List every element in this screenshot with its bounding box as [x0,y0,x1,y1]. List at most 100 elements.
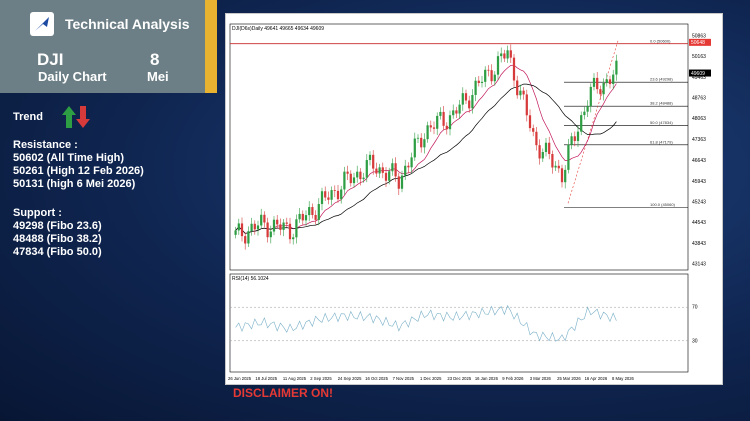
candle-body [301,213,304,221]
candle-body [496,56,500,75]
x-tick-label: 24 Sep 2025 [338,376,362,381]
candle-body [439,111,442,116]
candle-body [429,125,432,128]
candle-body [583,111,586,116]
price-tick-label: 43143 [692,262,706,268]
candle-body [586,106,589,112]
x-tick-label: 11 Aug 2025 [283,376,307,381]
candle-body [336,190,340,200]
candle-body [452,110,455,116]
candle-body [589,86,592,107]
x-tick-label: 7 Nov 2025 [393,376,415,381]
candle-body [500,53,503,57]
candle-body [548,142,551,154]
candle-body [464,93,468,101]
current-price-text: 49609 [691,71,705,77]
candle-body [394,163,397,177]
candle-body [528,115,532,129]
price-tick-label: 50863 [692,34,706,40]
candle-body [455,110,458,114]
x-tick-label: 16 Jan 2026 [475,376,499,381]
trend-arrows-icon [62,106,90,128]
candle-body [522,90,525,95]
rsi-tick-label: 70 [692,305,698,311]
candle-body [484,69,487,82]
resistance-item: 50602 (All Time High) [13,152,125,164]
candle-body [413,138,416,158]
candle-body [512,57,516,81]
candle-body [317,204,320,220]
logo-icon [30,12,54,36]
candle-body [503,53,506,59]
candle-body [346,171,349,174]
candle-body [292,237,295,240]
candle-body [356,171,359,178]
candle-body [365,160,368,178]
x-tick-label: 8 May 2026 [612,376,635,381]
candle-body [378,167,381,174]
candle-body [285,222,288,224]
candle-body [544,142,548,152]
candle-body [477,80,480,84]
candle-body [554,165,557,168]
candle-body [538,145,541,159]
candle-body [490,70,493,82]
candle-body [576,131,580,141]
candle-body [471,94,474,109]
candle-body [605,79,608,84]
support-title: Support : [13,207,62,219]
price-tick-label: 47363 [692,137,706,143]
candle-body [295,219,298,238]
disclaimer-text: DISCLAIMER ON! [233,386,333,400]
candle-body [608,79,612,85]
fib-level-label: 100.0 (45060) [650,202,676,207]
candle-body [416,137,420,139]
candle-body [282,222,285,230]
candle-body [506,50,509,59]
candle-body [397,176,400,189]
candle-body [250,223,253,232]
candle-body [573,136,576,141]
price-tick-label: 46643 [692,158,706,164]
x-tick-label: 18 Jul 2025 [255,376,277,381]
x-tick-label: 16 Oct 2025 [365,376,388,381]
chart-header-text: DJI(D6s)Daily 49641 49665 49634 49609 [232,26,324,32]
candle-body [535,131,538,146]
x-tick-label: 2 Sep 2025 [310,376,332,381]
candle-body [468,100,471,109]
candle-body [234,230,237,235]
candle-body [423,139,426,148]
x-tick-label: 3 Mar 2026 [530,376,552,381]
candle-body [304,215,308,221]
fib-level-label: 38.2 (48488) [650,101,673,106]
candle-body [602,83,605,95]
candle-body [596,77,599,90]
candle-body [564,169,567,183]
x-tick-label: 26 Jun 2025 [228,376,252,381]
candle-body [400,175,404,189]
price-tick-label: 50163 [692,54,706,60]
candle-body [244,236,247,244]
candle-body [314,214,317,220]
date-day: 8 [150,50,160,69]
resistance-price-text: 50648 [691,40,705,46]
candle-body [237,223,240,231]
candle-body [381,167,384,173]
candle-body [487,69,490,71]
candle-body [368,154,372,161]
price-panel-frame [229,23,689,271]
x-tick-label: 25 Mar 2026 [557,376,581,381]
candle-body [551,153,554,168]
candle-body [388,171,391,181]
candle-body [375,168,378,174]
resistance-title: Resistance : [13,139,78,151]
date-month: Mei [147,69,169,84]
candle-body [567,144,570,170]
candle-body [320,191,324,205]
candle-body [247,231,250,244]
price-tick-label: 44543 [692,220,706,226]
candle-body [352,177,356,184]
x-tick-label: 9 Feb 2026 [502,376,524,381]
candle-body [570,136,573,145]
candle-body [599,89,602,95]
